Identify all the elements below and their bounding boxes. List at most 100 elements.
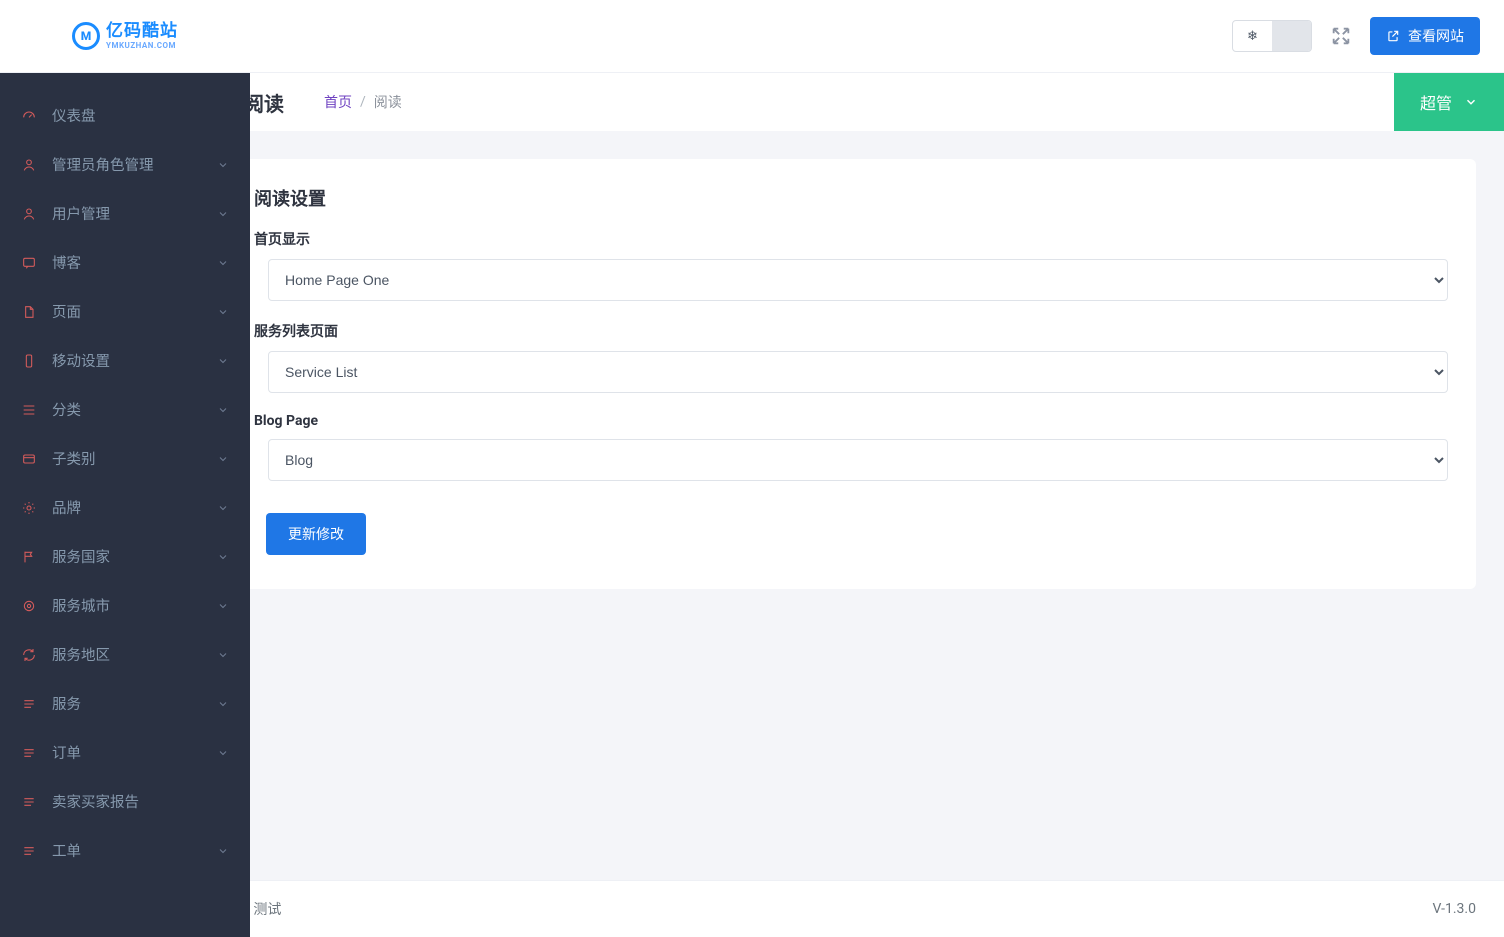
view-site-label: 查看网站 bbox=[1408, 26, 1464, 46]
theme-toggle[interactable]: ❄ bbox=[1232, 20, 1312, 52]
sidebar-item-label: 页面 bbox=[52, 301, 216, 322]
breadcrumb: 首页 / 阅读 bbox=[324, 92, 402, 112]
sidebar-item-2[interactable]: 用户管理 bbox=[0, 189, 250, 238]
sidebar-item-9[interactable]: 服务国家 bbox=[0, 532, 250, 581]
sidebar-item-label: 工单 bbox=[52, 840, 216, 861]
sidebar-item-label: 管理员角色管理 bbox=[52, 154, 216, 175]
sidebar-item-label: 分类 bbox=[52, 399, 216, 420]
sidebar-item-13[interactable]: 订单 bbox=[0, 728, 250, 777]
settings-card: 阅读设置 首页显示 Home Page One 服务列表页面 Service L… bbox=[240, 159, 1476, 589]
sidebar-item-4[interactable]: 页面 bbox=[0, 287, 250, 336]
mobile-icon bbox=[20, 352, 38, 370]
chevron-down-icon bbox=[216, 403, 230, 417]
user-icon bbox=[20, 156, 38, 174]
sidebar-item-1[interactable]: 管理员角色管理 bbox=[0, 140, 250, 189]
field-service-list: 服务列表页面 Service List bbox=[268, 321, 1448, 393]
target-icon bbox=[20, 597, 38, 615]
breadcrumb-home[interactable]: 首页 bbox=[324, 92, 352, 112]
blog-page-select[interactable]: Blog bbox=[268, 439, 1448, 481]
chevron-down-icon bbox=[216, 550, 230, 564]
breadcrumb-current: 阅读 bbox=[374, 92, 402, 112]
logo[interactable]: M 亿码酷站 YMKUZHAN.COM bbox=[0, 0, 250, 73]
sidebar-item-label: 服务国家 bbox=[52, 546, 216, 567]
sidebar-item-12[interactable]: 服务 bbox=[0, 679, 250, 728]
chevron-down-icon bbox=[216, 452, 230, 466]
chevron-down-icon bbox=[216, 207, 230, 221]
message-icon bbox=[20, 254, 38, 272]
content: 阅读设置 首页显示 Home Page One 服务列表页面 Service L… bbox=[250, 131, 1504, 880]
sidebar-item-label: 卖家买家报告 bbox=[52, 791, 216, 812]
home-display-select[interactable]: Home Page One bbox=[268, 259, 1448, 301]
logo-mark-icon: M bbox=[72, 22, 100, 50]
sidebar-item-7[interactable]: 子类别 bbox=[0, 434, 250, 483]
chevron-down-icon bbox=[216, 648, 230, 662]
sidebar-item-8[interactable]: 品牌 bbox=[0, 483, 250, 532]
role-dropdown[interactable]: 超管 bbox=[1394, 73, 1504, 131]
gauge-icon bbox=[20, 107, 38, 125]
sidebar-item-3[interactable]: 博客 bbox=[0, 238, 250, 287]
chevron-down-icon bbox=[216, 697, 230, 711]
gear-icon bbox=[20, 499, 38, 517]
refresh-icon bbox=[20, 646, 38, 664]
logo-text-en: YMKUZHAN.COM bbox=[106, 42, 178, 50]
list-icon bbox=[20, 401, 38, 419]
card-title: 阅读设置 bbox=[254, 185, 1448, 211]
service-list-select[interactable]: Service List bbox=[268, 351, 1448, 393]
sidebar-item-11[interactable]: 服务地区 bbox=[0, 630, 250, 679]
role-label: 超管 bbox=[1420, 90, 1452, 114]
chevron-down-icon bbox=[216, 501, 230, 515]
submit-button[interactable]: 更新修改 bbox=[266, 513, 366, 555]
breadcrumb-separator: / bbox=[360, 94, 366, 110]
sidebar-item-label: 用户管理 bbox=[52, 203, 216, 224]
chevron-down-icon bbox=[216, 305, 230, 319]
sidebar-item-14[interactable]: 卖家买家报告 bbox=[0, 777, 250, 826]
sidebar-item-label: 订单 bbox=[52, 742, 216, 763]
footer: - 测试 V-1.3.0 bbox=[250, 880, 1504, 937]
lines-icon bbox=[20, 695, 38, 713]
fullscreen-icon[interactable] bbox=[1330, 25, 1352, 47]
sidebar-item-label: 博客 bbox=[52, 252, 216, 273]
lines-icon bbox=[20, 793, 38, 811]
lines-icon bbox=[20, 744, 38, 762]
sidebar-item-label: 服务地区 bbox=[52, 644, 216, 665]
chevron-down-icon bbox=[1464, 95, 1478, 109]
chevron-down-icon bbox=[216, 599, 230, 613]
sidebar-item-label: 子类别 bbox=[52, 448, 216, 469]
field-blog-page: Blog Page Blog bbox=[268, 413, 1448, 481]
sidebar-nav: 仪表盘管理员角色管理用户管理博客页面移动设置分类子类别品牌服务国家服务城市服务地… bbox=[0, 73, 250, 915]
sidebar-item-6[interactable]: 分类 bbox=[0, 385, 250, 434]
lines-icon bbox=[20, 842, 38, 860]
sidebar-item-label: 移动设置 bbox=[52, 350, 216, 371]
sidebar-item-label: 品牌 bbox=[52, 497, 216, 518]
footer-left: - 测试 bbox=[246, 899, 281, 919]
sidebar-item-15[interactable]: 工单 bbox=[0, 826, 250, 875]
sidebar-item-10[interactable]: 服务城市 bbox=[0, 581, 250, 630]
field-home-display: 首页显示 Home Page One bbox=[268, 229, 1448, 301]
flag-icon bbox=[20, 548, 38, 566]
chevron-down-icon bbox=[216, 746, 230, 760]
user-icon bbox=[20, 205, 38, 223]
file-icon bbox=[20, 303, 38, 321]
card-icon bbox=[20, 450, 38, 468]
logo-text-cn: 亿码酷站 bbox=[106, 23, 178, 40]
footer-version: V-1.3.0 bbox=[1432, 901, 1476, 917]
chevron-down-icon bbox=[216, 844, 230, 858]
sidebar-item-5[interactable]: 移动设置 bbox=[0, 336, 250, 385]
theme-toggle-off[interactable] bbox=[1272, 21, 1311, 51]
chevron-down-icon bbox=[216, 256, 230, 270]
field-label: 首页显示 bbox=[254, 229, 1448, 249]
theme-toggle-on[interactable]: ❄ bbox=[1233, 21, 1272, 51]
sidebar-item-label: 服务城市 bbox=[52, 595, 216, 616]
view-site-button[interactable]: 查看网站 bbox=[1370, 17, 1480, 55]
sidebar-item-0[interactable]: 仪表盘 bbox=[0, 91, 250, 140]
sidebar-item-label: 服务 bbox=[52, 693, 216, 714]
chevron-down-icon bbox=[216, 158, 230, 172]
field-label: 服务列表页面 bbox=[254, 321, 1448, 341]
sidebar-item-label: 仪表盘 bbox=[52, 105, 216, 126]
topbar: ❄ 查看网站 bbox=[250, 0, 1504, 73]
page: 阅读 首页 / 阅读 超管 阅读设置 首页显示 Home Page One 服务… bbox=[250, 0, 1504, 937]
page-header: 阅读 首页 / 阅读 超管 bbox=[250, 73, 1504, 131]
field-label: Blog Page bbox=[254, 413, 1448, 429]
chevron-down-icon bbox=[216, 354, 230, 368]
sidebar: M 亿码酷站 YMKUZHAN.COM 仪表盘管理员角色管理用户管理博客页面移动… bbox=[0, 0, 250, 937]
